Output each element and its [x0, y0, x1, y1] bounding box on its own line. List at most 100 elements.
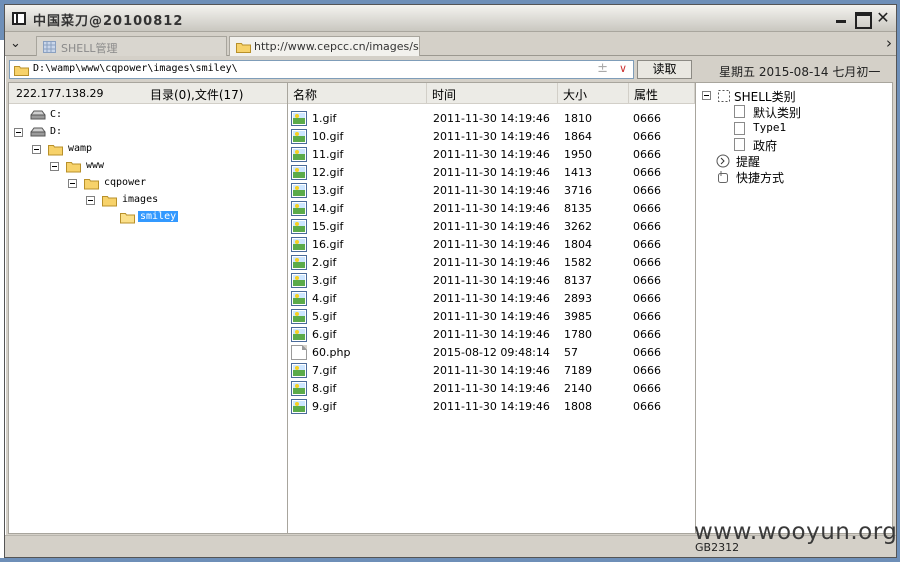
file-time: 2011-11-30 14:19:46 — [433, 400, 550, 413]
file-size: 1413 — [564, 166, 592, 179]
close-button[interactable]: ✕ — [875, 10, 891, 26]
title-bar[interactable]: 中国菜刀@20100812 ✕ — [5, 5, 896, 32]
column-header-attr[interactable]: 属性 — [629, 83, 695, 104]
file-row[interactable]: 16.gif 2011-11-30 14:19:46 1804 0666 — [288, 236, 695, 254]
file-time: 2011-11-30 14:19:46 — [433, 274, 550, 287]
maximize-button[interactable] — [854, 11, 872, 29]
file-attr: 0666 — [633, 256, 661, 269]
file-name: 13.gif — [312, 184, 344, 197]
file-size: 2140 — [564, 382, 592, 395]
file-time: 2011-11-30 14:19:46 — [433, 130, 550, 143]
file-row[interactable]: 15.gif 2011-11-30 14:19:46 3262 0666 — [288, 218, 695, 236]
file-row[interactable]: 13.gif 2011-11-30 14:19:46 3716 0666 — [288, 182, 695, 200]
column-header-size[interactable]: 大小 — [558, 83, 629, 104]
tree-node[interactable]: C: — [14, 108, 234, 124]
collapse-icon[interactable] — [68, 179, 77, 188]
file-time: 2015-08-12 09:48:14 — [433, 346, 550, 359]
file-attr: 0666 — [633, 382, 661, 395]
file-size: 57 — [564, 346, 578, 359]
file-row[interactable]: 7.gif 2011-11-30 14:19:46 7189 0666 — [288, 362, 695, 380]
tree-node-label: cqpower — [104, 177, 147, 188]
file-row[interactable]: 6.gif 2011-11-30 14:19:46 1780 0666 — [288, 326, 695, 344]
image-file-icon — [291, 111, 307, 126]
path-input[interactable]: D:\wamp\www\cqpower\images\smiley\ ± ∨ — [9, 60, 634, 79]
file-row[interactable]: 5.gif 2011-11-30 14:19:46 3985 0666 — [288, 308, 695, 326]
tree-node[interactable]: images — [86, 193, 306, 209]
file-row[interactable]: 14.gif 2011-11-30 14:19:46 8135 0666 — [288, 200, 695, 218]
image-file-icon — [291, 255, 307, 270]
tree-header: 222.177.138.29 目录(0),文件(17) — [9, 83, 287, 104]
tree-node[interactable]: wamp — [32, 142, 252, 158]
page-icon — [734, 105, 745, 118]
file-row[interactable]: 9.gif 2011-11-30 14:19:46 1808 0666 — [288, 398, 695, 416]
file-row[interactable]: 3.gif 2011-11-30 14:19:46 8137 0666 — [288, 272, 695, 290]
file-time: 2011-11-30 14:19:46 — [433, 148, 550, 161]
dir-file-count: 目录(0),文件(17) — [150, 88, 244, 102]
file-row[interactable]: 10.gif 2011-11-30 14:19:46 1864 0666 — [288, 128, 695, 146]
file-time: 2011-11-30 14:19:46 — [433, 364, 550, 377]
image-file-icon — [291, 291, 307, 306]
drive-icon — [30, 127, 46, 137]
file-row[interactable]: 8.gif 2011-11-30 14:19:46 2140 0666 — [288, 380, 695, 398]
file-attr: 0666 — [633, 364, 661, 377]
file-name: 8.gif — [312, 382, 337, 395]
file-row[interactable]: 12.gif 2011-11-30 14:19:46 1413 0666 — [288, 164, 695, 182]
file-name: 2.gif — [312, 256, 337, 269]
file-name: 12.gif — [312, 166, 344, 179]
shell-category-panel[interactable]: SHELL类别 默认类别 Type1 政府 提醒 快捷方式 — [695, 82, 893, 534]
column-header-name[interactable]: 名称 — [288, 83, 427, 104]
tree-item-label: SHELL类别 — [734, 90, 796, 104]
file-size: 7189 — [564, 364, 592, 377]
tree-node-label: www — [86, 160, 105, 171]
collapse-icon[interactable] — [50, 162, 59, 171]
collapse-icon[interactable] — [702, 91, 711, 100]
file-time: 2011-11-30 14:19:46 — [433, 238, 550, 251]
file-row[interactable]: 2.gif 2011-11-30 14:19:46 1582 0666 — [288, 254, 695, 272]
image-file-icon — [291, 183, 307, 198]
file-row[interactable]: 4.gif 2011-11-30 14:19:46 2893 0666 — [288, 290, 695, 308]
tree-node-label: wamp — [68, 143, 93, 154]
collapse-icon[interactable] — [14, 128, 23, 137]
file-size: 1950 — [564, 148, 592, 161]
file-name: 6.gif — [312, 328, 337, 341]
file-name: 4.gif — [312, 292, 337, 305]
file-size: 3262 — [564, 220, 592, 233]
tree-item-label: Type1 — [753, 121, 787, 134]
tab-bar: ⌄ SHELL管理 http://www.cepcc.cn/images/s..… — [5, 32, 896, 56]
tab-shell-manager[interactable]: SHELL管理 — [36, 36, 227, 56]
file-row[interactable]: 60.php 2015-08-12 09:48:14 57 0666 — [288, 344, 695, 362]
file-row[interactable]: 1.gif 2011-11-30 14:19:46 1810 0666 — [288, 110, 695, 128]
file-name: 11.gif — [312, 148, 344, 161]
file-row[interactable]: 11.gif 2011-11-30 14:19:46 1950 0666 — [288, 146, 695, 164]
file-name: 16.gif — [312, 238, 344, 251]
minimize-button[interactable] — [833, 11, 849, 25]
file-attr: 0666 — [633, 346, 661, 359]
read-button[interactable]: 读取 — [637, 60, 692, 79]
file-list-panel[interactable]: 名称 时间 大小 属性 1.gif 2011-11-30 14:19:46 1810… — [288, 82, 695, 534]
column-header-time[interactable]: 时间 — [427, 83, 558, 104]
tree-item-label: 政府 — [753, 139, 778, 153]
caidao-window: 中国菜刀@20100812 ✕ ⌄ SHELL管理 http://www.cep… — [4, 4, 897, 558]
directory-tree-panel[interactable]: 222.177.138.29 目录(0),文件(17) C: D: wamp www c… — [8, 82, 288, 534]
tab-file-manager[interactable]: http://www.cepcc.cn/images/s... — [229, 36, 420, 56]
file-time: 2011-11-30 14:19:46 — [433, 220, 550, 233]
tree-node[interactable]: D: — [14, 125, 234, 141]
file-attr: 0666 — [633, 310, 661, 323]
file-attr: 0666 — [633, 292, 661, 305]
folder-icon — [236, 43, 251, 53]
file-name: 15.gif — [312, 220, 344, 233]
tree-item-label: 默认类别 — [753, 106, 802, 120]
collapse-icon[interactable] — [86, 196, 95, 205]
collapse-icon[interactable] — [32, 145, 41, 154]
chevron-right-icon[interactable]: › — [886, 34, 892, 52]
chevron-down-icon[interactable]: ⌄ — [10, 36, 21, 51]
file-attr: 0666 — [633, 328, 661, 341]
image-file-icon — [291, 219, 307, 234]
tree-node[interactable]: cqpower — [68, 176, 288, 192]
plus-minus-icon[interactable]: ± — [597, 61, 608, 76]
file-time: 2011-11-30 14:19:46 — [433, 256, 550, 269]
dropdown-arrow-icon[interactable]: ∨ — [619, 62, 627, 75]
tree-node[interactable]: www — [50, 159, 270, 175]
file-time: 2011-11-30 14:19:46 — [433, 184, 550, 197]
file-size: 8135 — [564, 202, 592, 215]
